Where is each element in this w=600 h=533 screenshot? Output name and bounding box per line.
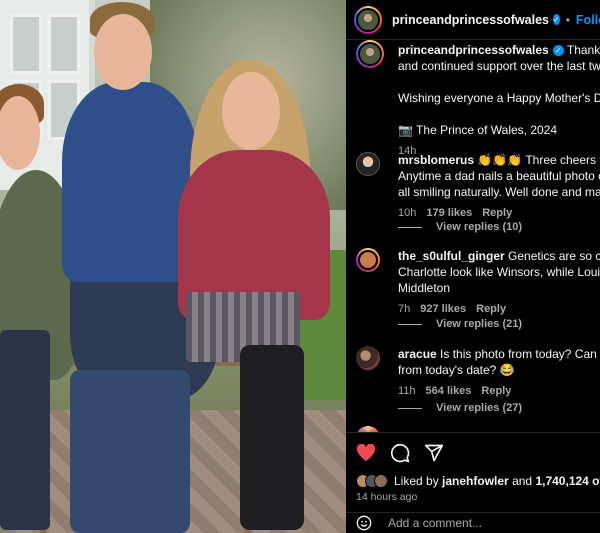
view-replies-label: View replies (10) — [436, 221, 523, 233]
photo-child-right-face — [222, 72, 280, 150]
view-replies-button[interactable]: View replies (10) — [398, 221, 522, 233]
likes-count[interactable]: 1,740,124 others — [535, 474, 600, 488]
comment-text: Is this photo from today? Can they ad — [440, 347, 600, 361]
post-time-ago: 14 hours ago — [356, 491, 418, 503]
comment-text: Charlotte look like Winsors, while Louis… — [398, 265, 600, 279]
follow-button[interactable]: Follow — [576, 13, 600, 27]
photo-window-pane — [48, 14, 80, 74]
photo-window-pane — [10, 14, 42, 74]
comment-text: Anytime a dad nails a beautiful photo of… — [398, 169, 600, 183]
liker-avatar — [374, 474, 388, 488]
verified-badge-icon: ✓ — [553, 14, 560, 25]
caption-line-1: Thank you for — [566, 43, 600, 57]
separator-dot: • — [565, 12, 570, 27]
comment-time: 11h — [398, 385, 416, 397]
caption-line-2: and continued support over the last two … — [398, 59, 600, 73]
comment-username[interactable]: the_s0ulful_ginger — [398, 249, 505, 263]
add-comment-input[interactable]: Add a comment... — [388, 516, 482, 530]
photo-mother-jeans — [70, 370, 190, 533]
view-replies-button[interactable]: View replies (27) — [398, 402, 522, 414]
reply-button[interactable]: Reply — [476, 303, 506, 315]
liked-by-user[interactable]: janehfowler — [442, 474, 509, 488]
comment-text: all smiling naturally. Well done and may… — [398, 185, 600, 199]
heart-icon[interactable] — [356, 444, 376, 462]
comment-text: 👏👏👏 Three cheers for Prince — [477, 153, 600, 167]
comment-icon[interactable] — [390, 443, 410, 463]
comment-likes[interactable]: 927 likes — [420, 303, 466, 315]
comments-list[interactable]: princeandprincessofwales✓ Thank you for … — [346, 40, 600, 432]
comment-likes[interactable]: 179 likes — [426, 207, 472, 219]
commenter-avatar[interactable] — [356, 346, 380, 370]
author-avatar[interactable] — [354, 5, 382, 34]
comment-username[interactable]: aracue — [398, 347, 437, 361]
verified-badge-icon: ✓ — [552, 45, 564, 56]
photo-child-back-face — [94, 14, 152, 90]
post-photo[interactable] — [0, 0, 346, 533]
comment-time: 10h — [398, 207, 417, 219]
view-replies-label: View replies (21) — [436, 318, 523, 330]
commenter-avatar[interactable] — [356, 152, 380, 176]
photo-child-left-legs — [0, 330, 50, 530]
liked-by-and: and — [512, 474, 533, 488]
share-icon[interactable] — [424, 443, 444, 463]
reply-button[interactable]: Reply — [482, 207, 512, 219]
comment-time: 7h — [398, 303, 411, 315]
commenter-avatar[interactable] — [356, 248, 380, 272]
comment-username[interactable]: mrsblomerus — [398, 153, 474, 167]
post-header: princeandprincessofwales ✓ • Follow — [346, 0, 600, 40]
add-comment-bar: Add a comment... — [346, 512, 600, 533]
view-replies-button[interactable]: View replies (21) — [398, 318, 522, 330]
emoji-icon[interactable] — [356, 515, 372, 531]
author-username[interactable]: princeandprincessofwales — [392, 13, 549, 27]
comment-text: Middleton — [398, 281, 451, 295]
post-panel: princeandprincessofwales ✓ • Follow prin… — [346, 0, 600, 533]
caption-line-3: Wishing everyone a Happy Mother's Day. C — [398, 91, 600, 105]
caption-username[interactable]: princeandprincessofwales — [398, 43, 549, 57]
reply-button[interactable]: Reply — [481, 385, 511, 397]
likes-summary[interactable]: Liked by janehfowler and 1,740,124 other… — [356, 474, 600, 488]
caption-avatar[interactable] — [356, 40, 384, 68]
comment-text: Genetics are so cool— G — [508, 249, 600, 263]
liked-by-prefix: Liked by — [394, 474, 439, 488]
comment-likes[interactable]: 564 likes — [426, 385, 472, 397]
caption-line-4: 📷 The Prince of Wales, 2024 — [398, 123, 558, 137]
photo-child-right-legs — [240, 345, 304, 530]
comment-text: from today's date? 😂 — [398, 363, 515, 377]
view-replies-label: View replies (27) — [436, 402, 523, 414]
